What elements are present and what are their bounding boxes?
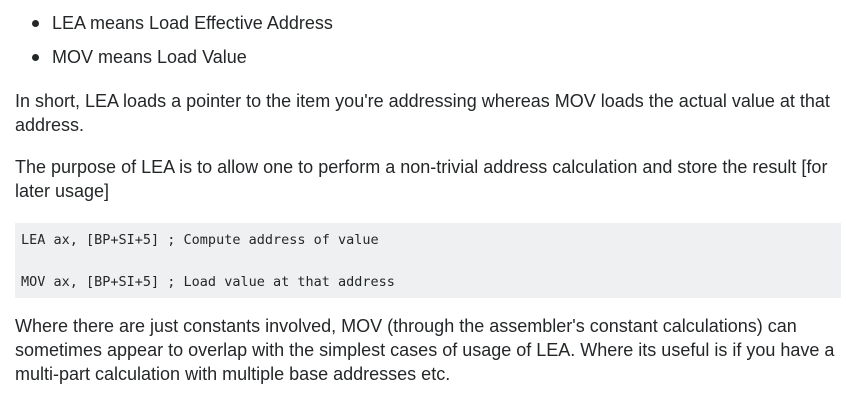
paragraph-purpose: The purpose of LEA is to allow one to pe… [15,157,828,201]
bullet-text: MOV means Load Value [52,47,247,67]
code-line: LEA ax, [BP+SI+5] ; Compute address of v… [21,232,379,248]
paragraph-constants: Where there are just constants involved,… [15,316,835,384]
code-block: LEA ax, [BP+SI+5] ; Compute address of v… [15,223,841,298]
bullet-point-icon [32,20,39,27]
paragraph-summary: In short, LEA loads a pointer to the ite… [15,91,830,135]
code-line: MOV ax, [BP+SI+5] ; Load value at that a… [21,274,395,290]
list-item: MOV means Load Value [15,48,841,82]
answer-body: LEA means Load Effective Address MOV mea… [15,0,841,384]
bullet-text: LEA means Load Effective Address [52,13,333,33]
list-item: LEA means Load Effective Address [15,14,841,48]
bullet-list: LEA means Load Effective Address MOV mea… [15,0,841,68]
bullet-point-icon [32,54,39,61]
